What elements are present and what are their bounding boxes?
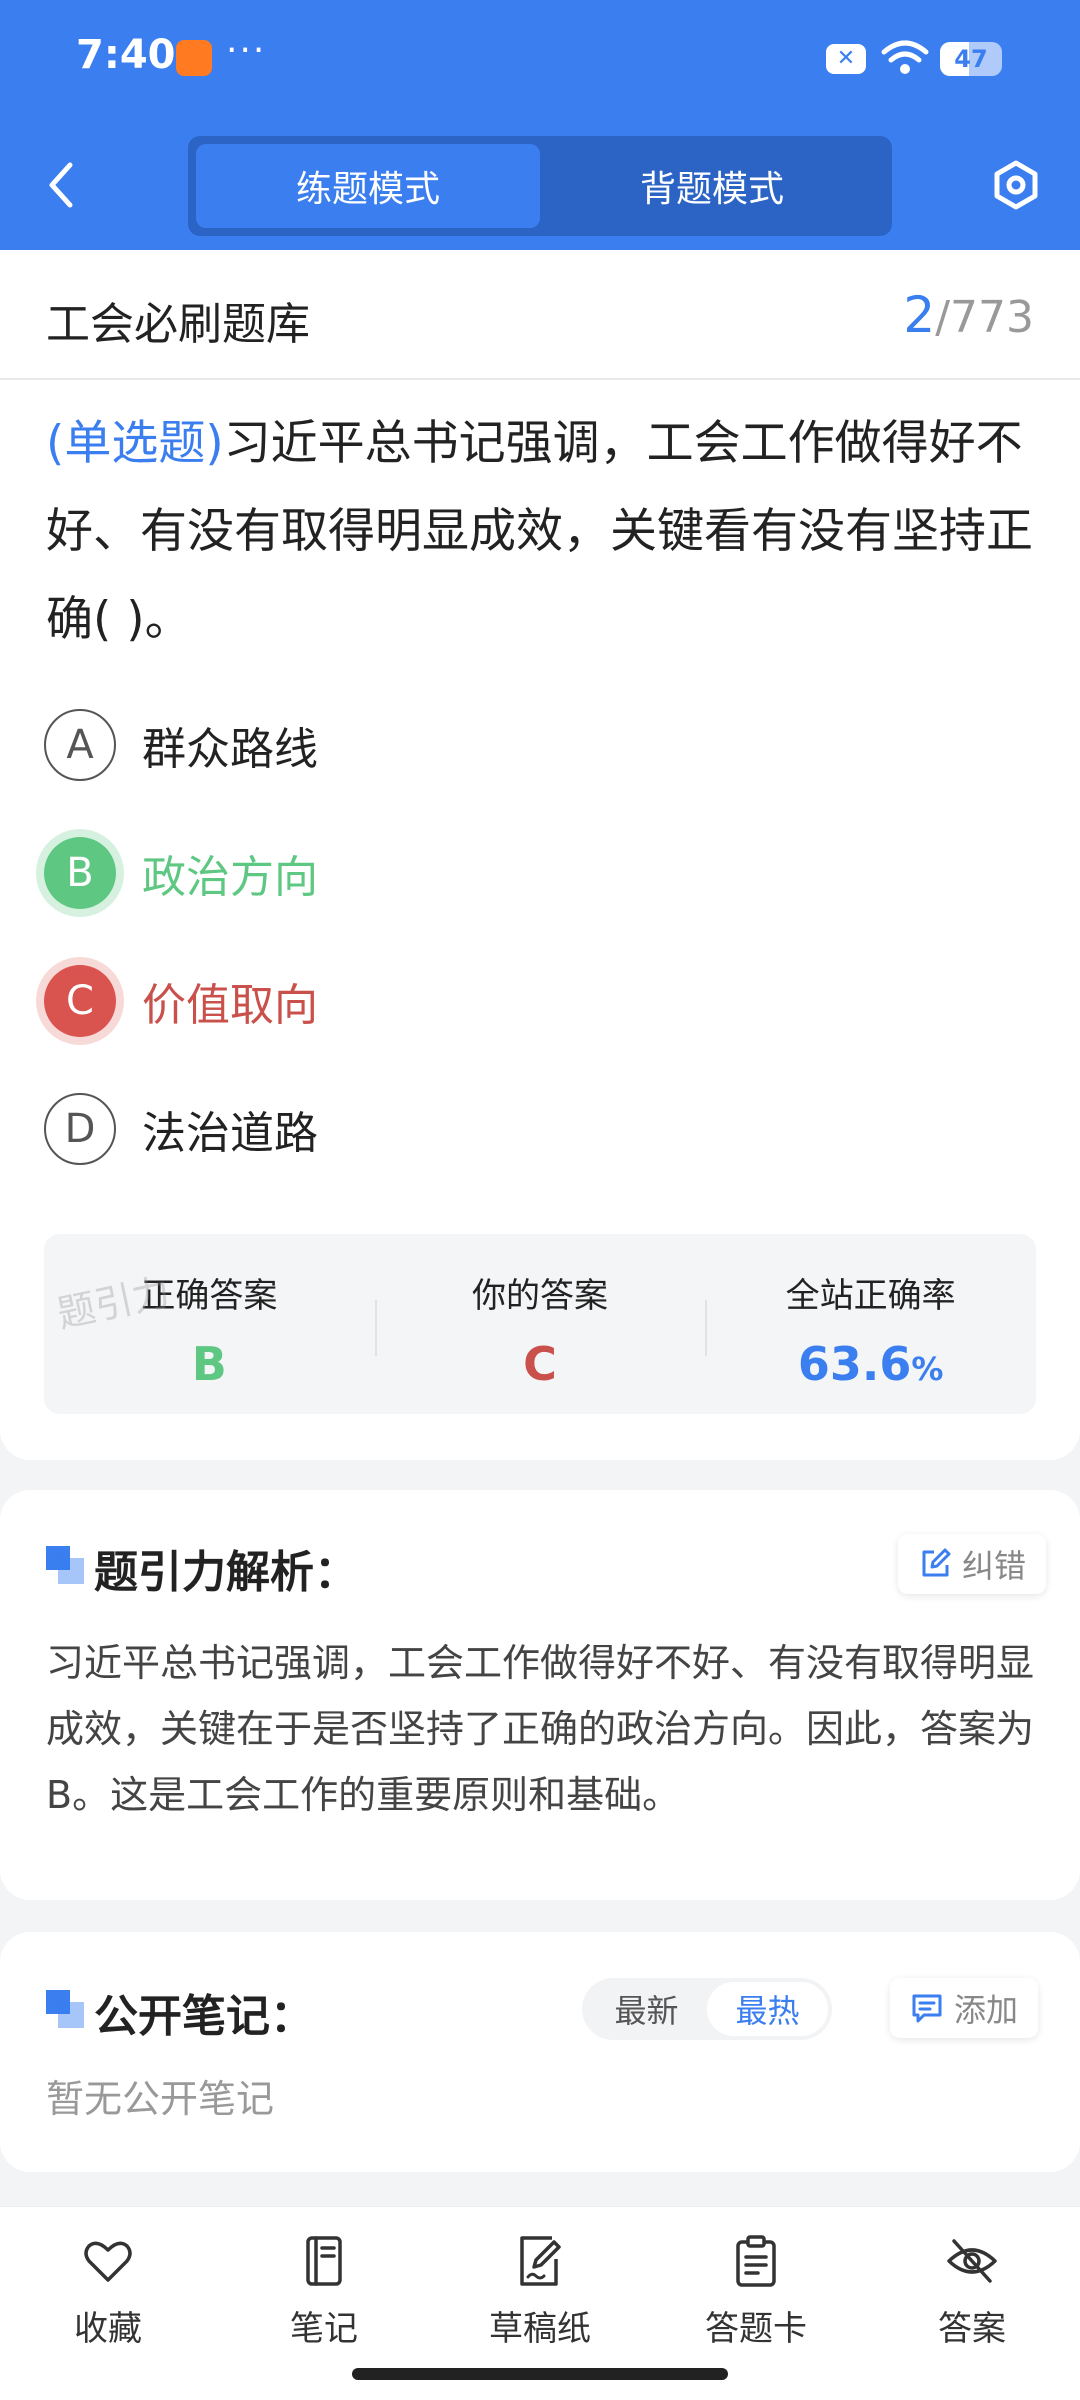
accuracy-rate-number: 63.6 <box>797 1337 912 1391</box>
option-a-text: 群众路线 <box>142 724 318 775</box>
option-d-text: 法治道路 <box>142 1108 318 1159</box>
option-b[interactable]: B 政治方向 <box>44 828 944 918</box>
sort-hottest[interactable]: 最热 <box>707 1982 828 2036</box>
back-icon[interactable] <box>40 155 88 215</box>
answer-card-icon <box>736 2235 776 2287</box>
eye-off-icon <box>947 2239 997 2283</box>
your-answer-stat: 你的答案 C <box>374 1234 706 1414</box>
accuracy-rate-value: 63.6% <box>705 1337 1036 1391</box>
show-answer-button[interactable]: 答案 <box>864 2207 1080 2400</box>
report-error-label: 纠错 <box>962 1547 1027 1585</box>
accuracy-rate-unit: % <box>911 1350 944 1388</box>
notes-sort-toggle: 最新 最热 <box>582 1978 832 2040</box>
question-card: 工会必刷题库 2/773 (单选题)习近平总书记强调，工会工作做得好不好、有没有… <box>0 250 1080 1460</box>
option-c-text: 价值取向 <box>142 980 318 1031</box>
option-b-text: 政治方向 <box>142 852 318 903</box>
accuracy-rate-label: 全站正确率 <box>785 1276 956 1316</box>
total-questions: 773 <box>950 292 1034 343</box>
section-square-icon <box>46 1546 84 1584</box>
draft-paper-label: 草稿纸 <box>489 2309 591 2349</box>
more-notifications-icon: ··· <box>226 30 267 71</box>
favorite-label: 收藏 <box>74 2309 142 2349</box>
your-answer-label: 你的答案 <box>472 1276 608 1316</box>
option-a[interactable]: A 群众路线 <box>44 700 944 790</box>
heart-icon <box>84 2241 132 2282</box>
app-header: 7:40 ··· ✕ 47 练题模式 背题模式 <box>0 0 1080 250</box>
option-d[interactable]: D 法治道路 <box>44 1084 944 1174</box>
add-note-label: 添加 <box>954 1991 1019 2029</box>
analysis-title: 题引力解析： <box>94 1547 358 1598</box>
analysis-card: 题引力解析： 纠错 习近平总书记强调，工会工作做得好不好、有没有取得明显成效，关… <box>0 1490 1080 1900</box>
tab-memorize-mode[interactable]: 背题模式 <box>540 144 884 228</box>
correct-answer-value: B <box>191 1337 227 1391</box>
question-text: (单选题)习近平总书记强调，工会工作做得好不好、有没有取得明显成效，关键看有没有… <box>46 400 1036 664</box>
favorite-button[interactable]: 收藏 <box>0 2207 216 2400</box>
option-c[interactable]: C 价值取向 <box>44 956 944 1046</box>
option-c-letter: C <box>44 965 116 1037</box>
sort-newest[interactable]: 最新 <box>586 1982 707 2036</box>
your-answer-value: C <box>523 1337 557 1391</box>
section-square-icon <box>46 1990 84 2028</box>
battery-icon: 47 <box>940 42 1002 76</box>
draft-icon <box>520 2236 561 2286</box>
show-answer-label: 答案 <box>938 2309 1006 2349</box>
status-time: 7:40 <box>76 32 176 78</box>
public-notes-title: 公开笔记： <box>94 1991 314 2042</box>
answer-card-label: 答题卡 <box>705 2309 807 2349</box>
mode-switch: 练题模式 背题模式 <box>188 136 892 236</box>
question-progress: 2/773 <box>903 286 1034 344</box>
edit-icon <box>922 1548 951 1577</box>
notification-app-icon <box>176 40 212 76</box>
answer-stats: 正确答案 B 你的答案 C 全站正确率 63.6% <box>44 1234 1036 1414</box>
wifi-icon <box>881 40 929 74</box>
option-d-letter: D <box>44 1093 116 1165</box>
comment-icon <box>912 1994 942 2023</box>
status-bar: 7:40 ··· ✕ 47 <box>0 0 1080 120</box>
tab-practice-mode[interactable]: 练题模式 <box>196 144 540 228</box>
public-notes-card: 公开笔记： 最新 最热 添加 暂无公开笔记 <box>0 1932 1080 2172</box>
report-error-button[interactable]: 纠错 <box>898 1534 1047 1594</box>
notebook-icon <box>306 2236 342 2286</box>
accuracy-rate-stat: 全站正确率 63.6% <box>705 1234 1036 1414</box>
empty-notes-text: 暂无公开笔记 <box>46 2077 275 2121</box>
question-type: (单选题) <box>46 416 224 471</box>
option-b-letter: B <box>44 837 116 909</box>
add-note-button[interactable]: 添加 <box>890 1978 1039 2038</box>
option-a-letter: A <box>44 709 116 781</box>
no-sim-icon: ✕ <box>826 44 866 74</box>
analysis-text: 习近平总书记强调，工会工作做得好不好、有没有取得明显成效，关键在于是否坚持了正确… <box>46 1641 1035 1817</box>
question-bank-title: 工会必刷题库 <box>46 299 310 350</box>
progress-separator: / <box>935 292 951 343</box>
bank-row: 工会必刷题库 2/773 <box>0 250 1080 380</box>
battery-level: 47 <box>954 45 988 73</box>
notes-label: 笔记 <box>290 2309 358 2349</box>
settings-icon[interactable] <box>990 155 1042 215</box>
home-indicator[interactable] <box>352 2368 728 2380</box>
current-question-number: 2 <box>903 286 936 344</box>
